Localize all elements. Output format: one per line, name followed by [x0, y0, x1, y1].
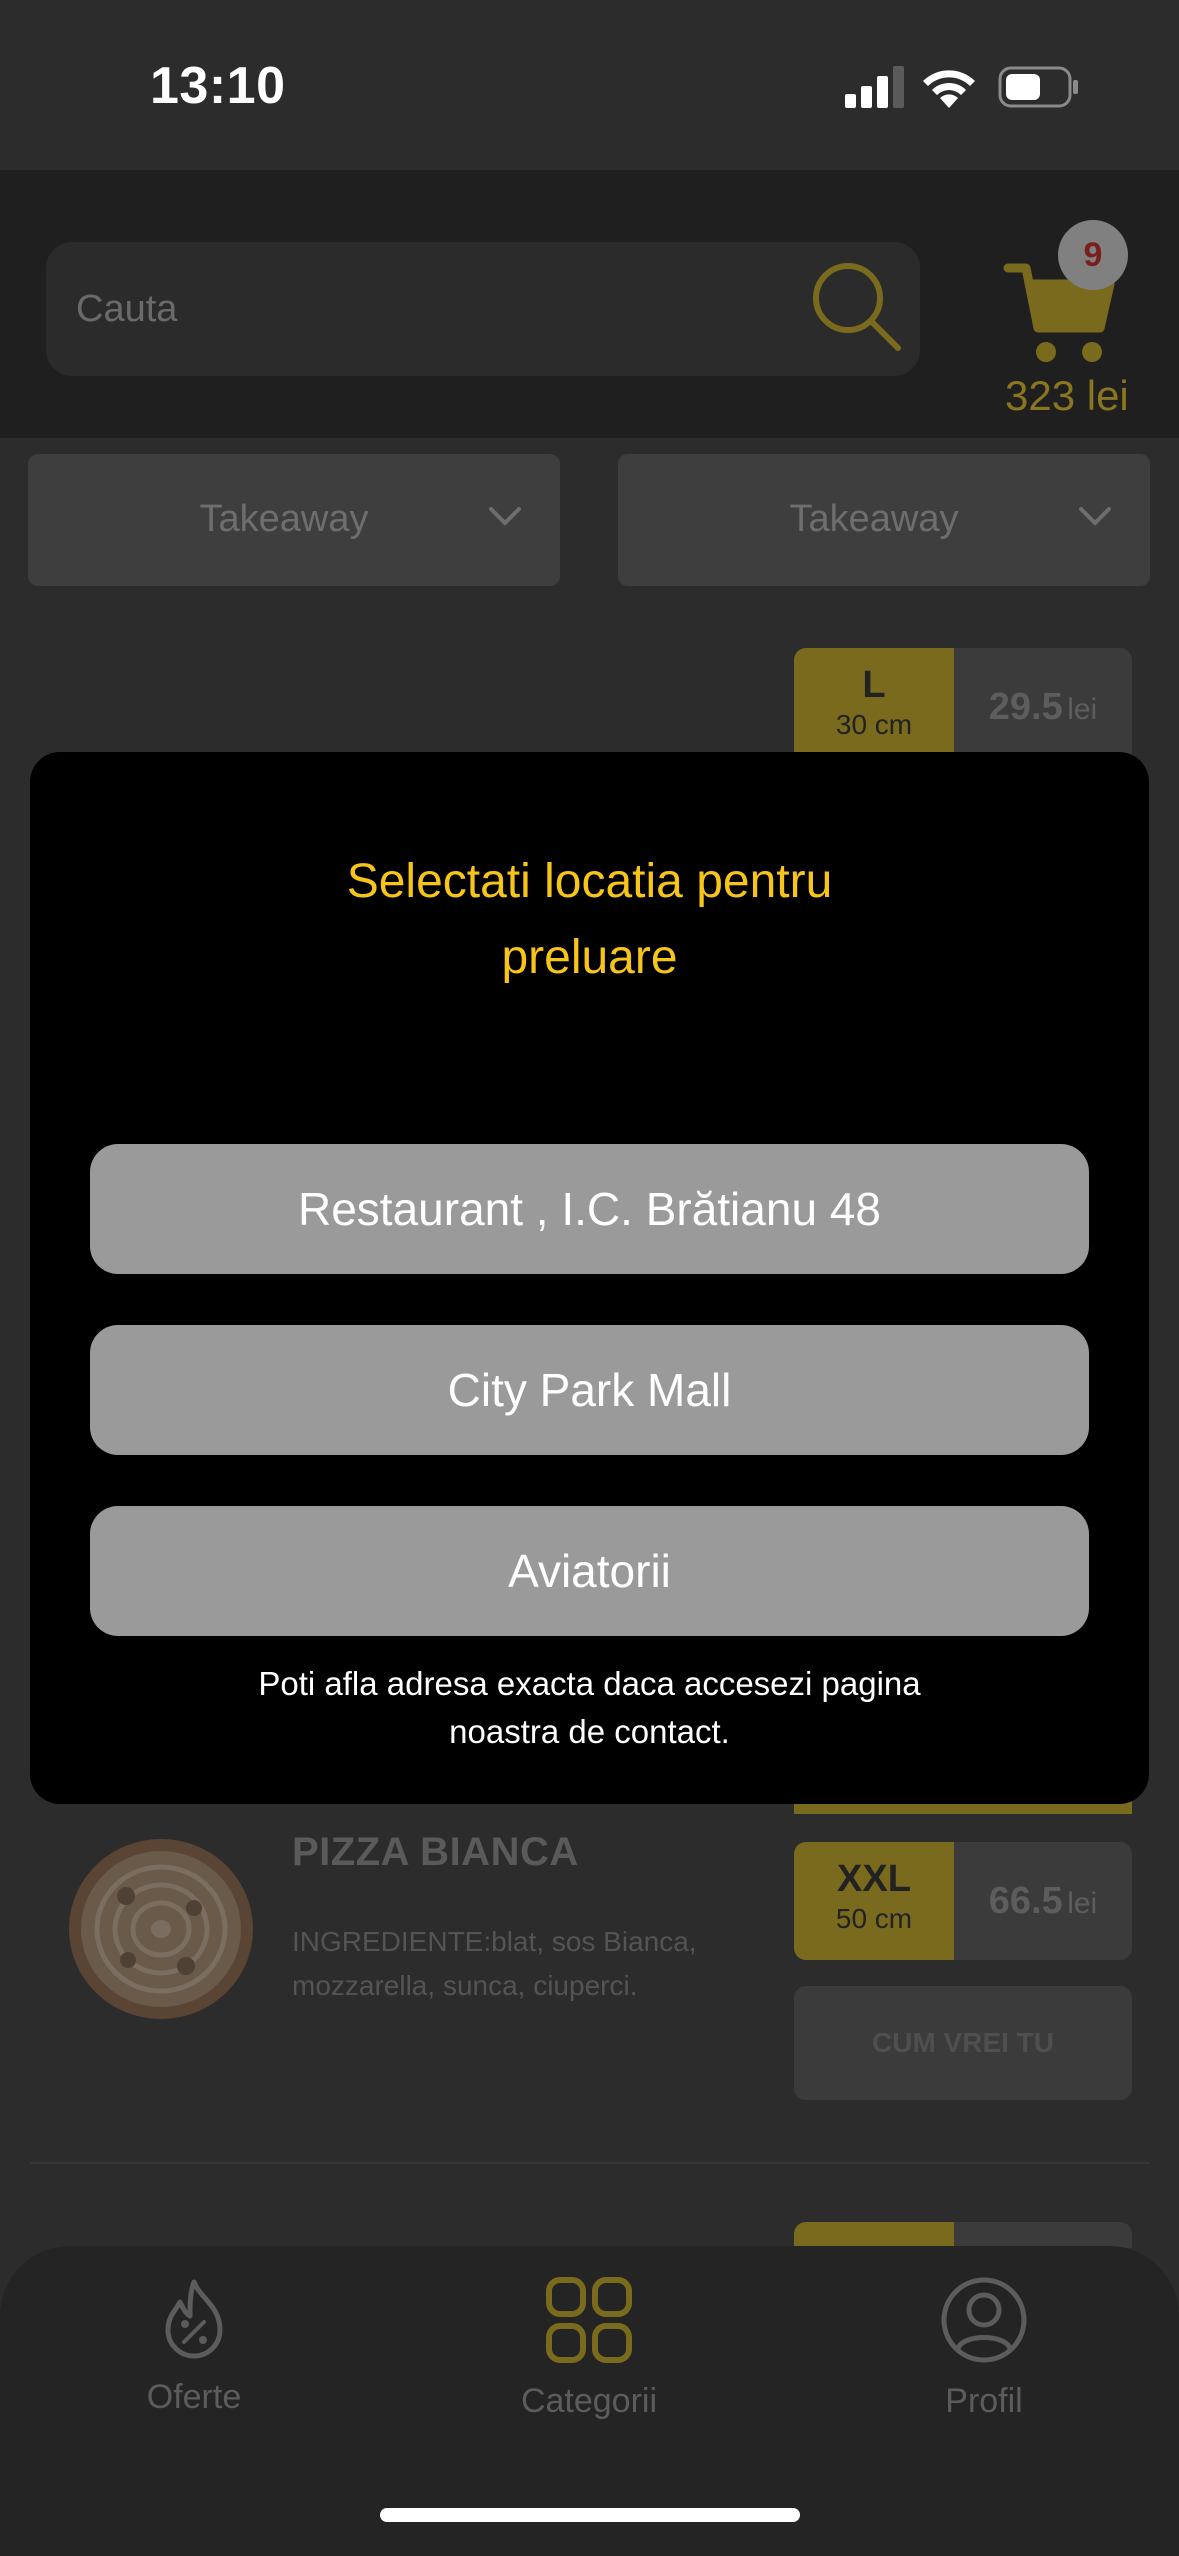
- search-bar[interactable]: [46, 242, 920, 376]
- cart-count-badge: 9: [1058, 220, 1128, 290]
- dropdown-label: Takeaway: [789, 498, 959, 540]
- size-diameter: 30 cm: [835, 709, 913, 740]
- pickup-location-modal: Selectati locatia pentru preluare Restau…: [30, 752, 1149, 1804]
- nav-label-profile: Profil: [945, 2382, 1023, 2420]
- nav-item-offers[interactable]: Oferte: [64, 2276, 324, 2417]
- price-value: 29.5: [988, 686, 1063, 728]
- size-price-tag-xxl[interactable]: XXL 50 cm 66.5 lei: [794, 1842, 1132, 1960]
- location-button-aviatorii[interactable]: Aviatorii: [90, 1506, 1089, 1636]
- size-label: L: [862, 664, 886, 706]
- price-currency: lei: [1067, 693, 1098, 726]
- product-description: INGREDIENTE:blat, sos Bianca, mozzarella…: [292, 1926, 697, 2001]
- location-button-restaurant[interactable]: Restaurant , I.C. Brătianu 48: [90, 1144, 1089, 1274]
- battery-icon: [998, 66, 1078, 108]
- cellular-signal-icon: [845, 66, 904, 108]
- size-diameter: 50 cm: [835, 1903, 913, 1934]
- nav-item-categories[interactable]: Categorii: [459, 2276, 719, 2421]
- dropdown-label: Takeaway: [199, 498, 369, 540]
- size-price-tag-l[interactable]: L 30 cm 29.5 lei: [794, 648, 1132, 766]
- order-type-dropdown[interactable]: Takeaway: [28, 454, 560, 586]
- size-label: XXL: [837, 1858, 911, 1900]
- nav-item-profile[interactable]: Profil: [854, 2276, 1114, 2421]
- modal-title: Selectati locatia pentru preluare: [346, 855, 833, 984]
- search-icon[interactable]: [808, 258, 904, 354]
- status-time: 13:10: [150, 57, 286, 115]
- size-price-tag-partial: [794, 2222, 1132, 2248]
- status-bar: 13:10: [0, 0, 1179, 170]
- nav-label-categories: Categorii: [520, 2382, 658, 2420]
- categories-icon: [546, 2277, 632, 2363]
- price-value: 66.5: [988, 1880, 1063, 1922]
- list-divider: [30, 2162, 1150, 2164]
- pizza-bianca-image: [69, 1839, 253, 2019]
- location-dropdown[interactable]: Takeaway: [618, 454, 1150, 586]
- profile-icon: [941, 2277, 1027, 2363]
- search-input[interactable]: [76, 274, 796, 344]
- offers-icon: [165, 2279, 223, 2359]
- location-button-city-park-mall[interactable]: City Park Mall: [90, 1325, 1089, 1455]
- price-currency: lei: [1067, 1887, 1098, 1920]
- nav-label-offers: Oferte: [146, 2378, 242, 2416]
- wifi-icon: [923, 70, 975, 108]
- chevron-down-icon: [489, 507, 521, 526]
- product-name[interactable]: PIZZA BIANCA: [292, 1830, 579, 1875]
- home-indicator[interactable]: [380, 2508, 800, 2522]
- modal-note: Poti afla adresa exacta daca accesezi pa…: [258, 1665, 921, 1750]
- customize-button[interactable]: CUM VREI TU: [794, 1986, 1132, 2100]
- chevron-down-icon: [1079, 507, 1111, 526]
- cart-total: 323 lei: [1005, 372, 1129, 419]
